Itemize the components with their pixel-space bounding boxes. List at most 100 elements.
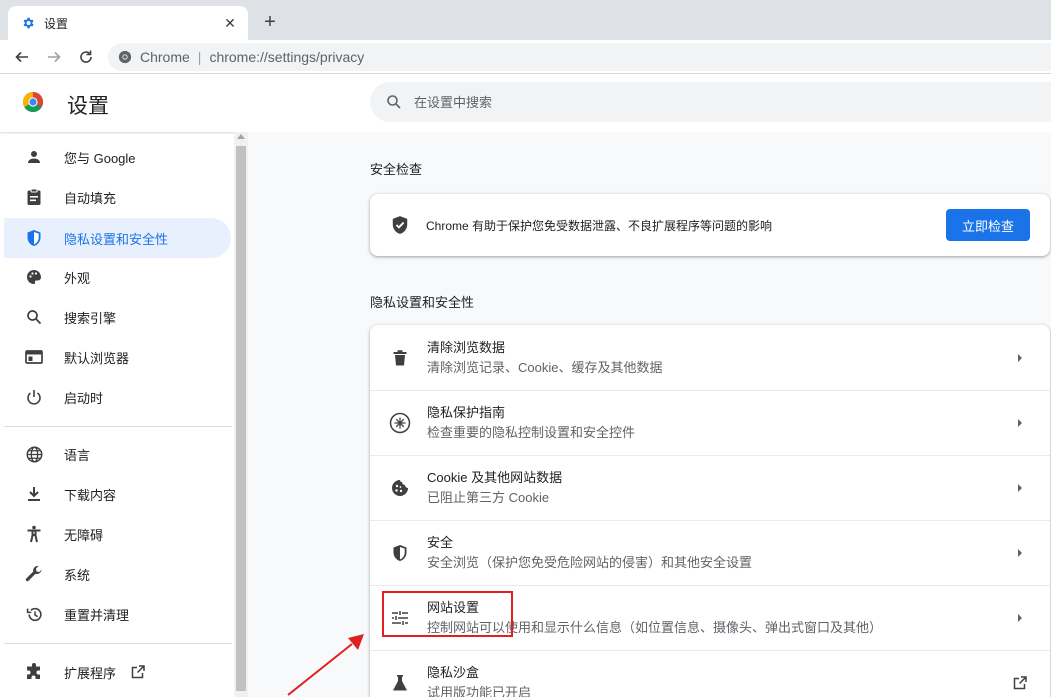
sidebar-item-appearance[interactable]: 外观 [4, 257, 231, 297]
tab-settings[interactable]: 设置 ✕ [8, 6, 248, 40]
sidebar-item-default-browser[interactable]: 默认浏览器 [4, 337, 231, 377]
search-icon [24, 307, 44, 327]
external-link-icon [1010, 673, 1030, 693]
sidebar-item-on-startup[interactable]: 启动时 [4, 377, 231, 417]
row-privacy-guide[interactable]: 隐私保护指南检查重要的隐私控制设置和安全控件 [370, 390, 1050, 455]
row-subtitle: 控制网站可以使用和显示什么信息（如位置信息、摄像头、弹出式窗口及其他） [427, 620, 883, 635]
sidebar-item-autofill[interactable]: 自动填充 [4, 177, 231, 217]
row-subtitle: 检查重要的隐私控制设置和安全控件 [427, 425, 636, 440]
palette-icon [24, 267, 44, 287]
back-button[interactable] [6, 43, 38, 71]
chevron-right-icon [1010, 608, 1030, 628]
shield-check-icon [390, 215, 410, 235]
privacy-section-title: 隐私设置和安全性 [370, 295, 475, 310]
row-title: Cookie 及其他网站数据 [427, 470, 563, 485]
sidebar-item-label: 重置并清理 [64, 607, 130, 623]
safety-check-title: 安全检查 [370, 162, 423, 177]
sidebar: 您与 Google 自动填充 隐私设置和安全性 外观 搜索引擎 默认浏览器 启动… [0, 132, 234, 697]
flask-icon [389, 672, 411, 694]
sidebar-item-reset[interactable]: 重置并清理 [4, 594, 231, 634]
person-icon [24, 147, 44, 167]
sidebar-item-you-and-google[interactable]: 您与 Google [4, 137, 231, 177]
row-title: 安全 [427, 535, 454, 550]
new-tab-button[interactable]: + [258, 10, 282, 34]
reload-icon [80, 50, 92, 63]
sidebar-item-languages[interactable]: 语言 [4, 434, 231, 474]
download-icon [24, 484, 44, 504]
restore-icon [24, 604, 44, 624]
external-link-icon [130, 664, 146, 680]
forward-button[interactable] [38, 43, 70, 71]
chevron-right-icon [1010, 348, 1030, 368]
row-security[interactable]: 安全安全浏览（保护您免受危险网站的侵害）和其他安全设置 [370, 520, 1050, 585]
row-title: 网站设置 [427, 600, 480, 615]
sidebar-item-accessibility[interactable]: 无障碍 [4, 514, 231, 554]
close-icon[interactable]: ✕ [222, 15, 238, 31]
check-now-button[interactable]: 立即检查 [946, 209, 1030, 241]
globe-icon [24, 444, 44, 464]
safety-check-text: Chrome 有助于保护您免受数据泄露、不良扩展程序等问题的影响 [426, 218, 773, 233]
sidebar-item-label: 语言 [64, 447, 91, 463]
row-subtitle: 试用版功能已开启 [427, 685, 532, 697]
sidebar-item-extensions[interactable]: 扩展程序 [4, 652, 231, 692]
address-bar[interactable]: Chrome | chrome://settings/privacy [108, 43, 1051, 71]
highlight-box [382, 591, 513, 637]
search-icon [387, 95, 401, 109]
row-subtitle: 安全浏览（保护您免受危险网站的侵害）和其他安全设置 [427, 555, 753, 570]
safety-check-card: Chrome 有助于保护您免受数据泄露、不良扩展程序等问题的影响 立即检查 [370, 194, 1050, 256]
scroll-up-arrow[interactable] [237, 134, 245, 139]
privacy-card: 清除浏览数据 清除浏览记录、Cookie、缓存及其他数据 隐私保护指南检查重要的隐… [370, 325, 1050, 697]
row-privacy-sandbox[interactable]: 隐私沙盒试用版功能已开启 [370, 650, 1050, 697]
sidebar-item-search-engine[interactable]: 搜索引擎 [4, 297, 231, 337]
row-title: 清除浏览数据 [427, 339, 506, 355]
accessibility-icon [24, 524, 44, 544]
sidebar-item-label: 默认浏览器 [64, 350, 130, 366]
cookie-icon [389, 477, 411, 499]
gear-icon [20, 15, 36, 31]
sidebar-item-label: 自动填充 [64, 190, 117, 206]
row-title: 隐私保护指南 [427, 405, 506, 420]
settings-search[interactable] [370, 82, 1051, 122]
puzzle-icon [24, 662, 44, 682]
row-clear-browsing-data[interactable]: 清除浏览数据 清除浏览记录、Cookie、缓存及其他数据 [370, 325, 1050, 390]
arrow-right-icon [48, 51, 61, 62]
row-cookies[interactable]: Cookie 及其他网站数据 已阻止第三方 Cookie [370, 455, 1050, 520]
settings-header: 设置 [0, 74, 1051, 132]
power-icon [24, 387, 44, 407]
sidebar-item-label: 系统 [64, 567, 91, 583]
compass-icon [389, 412, 411, 434]
chevron-right-icon [1010, 413, 1030, 433]
chevron-right-icon [1010, 478, 1030, 498]
row-title: 隐私沙盒 [427, 665, 480, 680]
shield-icon [24, 228, 44, 248]
tab-strip: 设置 ✕ + [0, 0, 1051, 40]
tab-title: 设置 [44, 16, 69, 31]
search-input[interactable] [414, 94, 814, 110]
reload-button[interactable] [70, 43, 102, 71]
sidebar-item-downloads[interactable]: 下载内容 [4, 474, 231, 514]
url-text: chrome://settings/privacy [209, 49, 365, 65]
sidebar-item-label: 启动时 [64, 390, 104, 406]
browser-icon [24, 347, 44, 367]
arrow-left-icon [15, 51, 28, 62]
page-title: 设置 [67, 95, 109, 118]
annotation-arrow-icon [287, 634, 364, 696]
url-separator: | [197, 49, 202, 65]
sidebar-item-label: 外观 [64, 270, 91, 286]
chevron-right-icon [1010, 543, 1030, 563]
sidebar-item-label: 隐私设置和安全性 [64, 231, 169, 247]
sidebar-item-label: 下载内容 [64, 487, 117, 503]
sidebar-item-label: 搜索引擎 [64, 310, 117, 326]
sidebar-item-label: 扩展程序 [64, 665, 117, 681]
row-subtitle: 已阻止第三方 Cookie [427, 490, 550, 505]
sidebar-item-label: 您与 Google [64, 150, 136, 166]
chrome-badge-icon [118, 50, 132, 64]
sidebar-item-privacy-security[interactable]: 隐私设置和安全性 [4, 218, 231, 258]
sidebar-item-label: 无障碍 [64, 527, 104, 543]
sidebar-item-system[interactable]: 系统 [4, 554, 231, 594]
sidebar-divider [4, 426, 232, 427]
shield-icon [389, 542, 411, 564]
scrollbar-thumb[interactable] [236, 146, 246, 691]
chrome-logo-icon [23, 92, 43, 112]
site-host: Chrome [140, 49, 190, 65]
